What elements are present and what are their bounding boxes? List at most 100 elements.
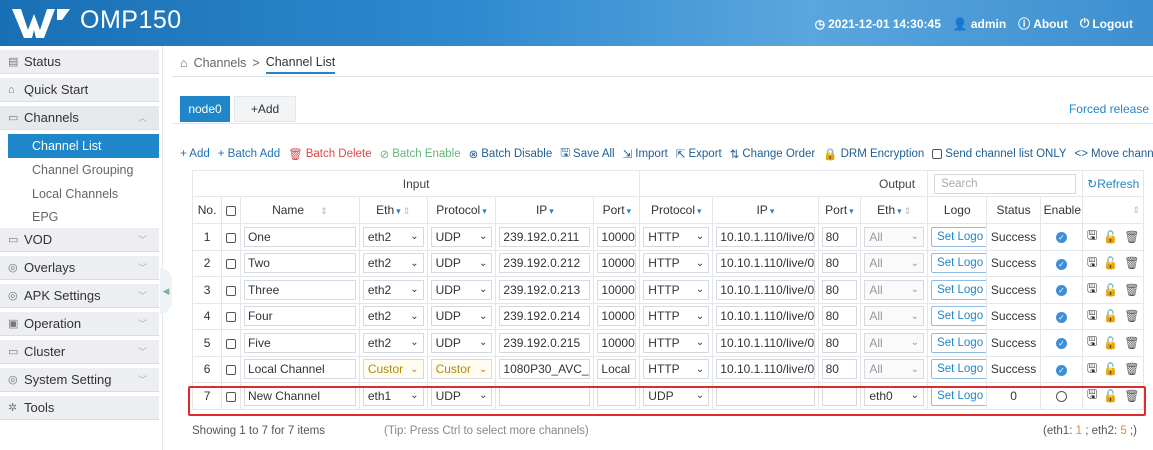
sidebar-subitem-channel-list[interactable]: Channel List bbox=[8, 134, 159, 158]
output-port-field[interactable]: 80 bbox=[821, 226, 858, 247]
col-out-protocol[interactable]: Protocol ▾ bbox=[639, 196, 714, 224]
change-order-button[interactable]: ⇅ Change Order bbox=[730, 147, 816, 161]
input-protocol-select[interactable]: UDP ⌄ bbox=[430, 226, 493, 247]
sidebar-item-channels[interactable]: ▭ Channels ︿ bbox=[0, 106, 159, 130]
set-logo-button[interactable]: Set Logo bbox=[931, 359, 986, 380]
output-ip-field[interactable]: 10.10.1.110/live/0 bbox=[716, 279, 815, 300]
enabled-check-icon[interactable]: ✓ bbox=[1056, 285, 1068, 297]
sidebar-item-apk-settings[interactable]: ◎ APK Settings ﹀ bbox=[0, 284, 159, 308]
input-port-field[interactable]: 10000 bbox=[597, 332, 637, 353]
sidebar-collapse-handle[interactable]: ◀ bbox=[160, 268, 172, 314]
channel-name-input[interactable]: New Channel bbox=[243, 385, 356, 406]
input-port-field[interactable]: Local bbox=[597, 359, 637, 380]
unlock-icon[interactable]: 🔓 bbox=[1103, 230, 1118, 244]
col-out-port[interactable]: Port ▾ bbox=[817, 196, 862, 224]
forced-release-link[interactable]: Forced release bbox=[1069, 102, 1149, 116]
unlock-icon[interactable]: 🔓 bbox=[1103, 309, 1118, 323]
input-protocol-select[interactable]: Custor ⌄ bbox=[430, 359, 493, 380]
row-select[interactable] bbox=[221, 276, 241, 304]
enabled-check-icon[interactable]: ✓ bbox=[1056, 232, 1068, 244]
output-port-field[interactable]: 80 bbox=[821, 279, 858, 300]
col-port[interactable]: Port ▾ bbox=[593, 196, 641, 224]
input-eth-select[interactable]: eth1 ⌄ bbox=[362, 385, 424, 406]
trash-icon[interactable]: 🗑 bbox=[1124, 230, 1139, 244]
enable-radio[interactable] bbox=[1056, 391, 1068, 403]
col-select-all[interactable] bbox=[221, 196, 241, 224]
save-icon[interactable]: 🖫 bbox=[1087, 359, 1097, 380]
enabled-check-icon[interactable]: ✓ bbox=[1056, 364, 1068, 376]
channel-name-input[interactable]: Five bbox=[243, 332, 356, 353]
sidebar-item-vod[interactable]: ▭ VOD ﹀ bbox=[0, 228, 159, 252]
row-select[interactable] bbox=[221, 329, 241, 357]
output-protocol-select[interactable]: HTTP ⌄ bbox=[643, 332, 710, 353]
save-icon[interactable]: 🖫 bbox=[1087, 279, 1097, 300]
output-protocol-select[interactable]: HTTP ⌄ bbox=[643, 359, 710, 380]
trash-icon[interactable]: 🗑 bbox=[1124, 362, 1139, 376]
channel-name-input[interactable]: Four bbox=[243, 306, 356, 327]
input-eth-select[interactable]: eth2 ⌄ bbox=[362, 253, 424, 274]
save-icon[interactable]: 🖫 bbox=[1087, 332, 1097, 353]
batch-delete-button[interactable]: 🗑 Batch Delete bbox=[288, 147, 371, 161]
input-eth-select[interactable]: eth2 ⌄ bbox=[362, 306, 424, 327]
save-icon[interactable]: 🖫 bbox=[1087, 226, 1097, 247]
row-select[interactable] bbox=[221, 249, 241, 277]
input-port-field[interactable]: 10000 bbox=[597, 253, 637, 274]
input-ip-field[interactable]: 1080P30_AVC_AA bbox=[499, 359, 591, 380]
send-channel-list-only-checkbox[interactable]: Send channel list ONLY bbox=[932, 148, 1067, 160]
col-out-eth[interactable]: Eth ▾ ⇕ bbox=[860, 196, 929, 224]
row-select[interactable] bbox=[221, 302, 241, 330]
output-eth-select[interactable]: All ⌄ bbox=[864, 359, 925, 380]
col-name[interactable]: Name ⇕ bbox=[239, 196, 360, 224]
batch-enable-button[interactable]: ⊘ Batch Enable bbox=[380, 147, 461, 161]
sidebar-item-quick-start[interactable]: ⌂ Quick Start bbox=[0, 78, 159, 102]
breadcrumb-parent[interactable]: Channels bbox=[194, 56, 247, 70]
tab-node0[interactable]: node0 bbox=[180, 96, 230, 122]
input-protocol-select[interactable]: UDP ⌄ bbox=[430, 385, 493, 406]
output-ip-field[interactable] bbox=[716, 385, 815, 406]
unlock-icon[interactable]: 🔓 bbox=[1103, 283, 1118, 297]
sidebar-subitem-epg[interactable]: EPG bbox=[0, 206, 162, 228]
sidebar-item-overlays[interactable]: ◎ Overlays ﹀ bbox=[0, 256, 159, 280]
move-channel-button[interactable]: <>Move channel bbox=[1075, 148, 1153, 160]
channel-name-input[interactable]: Local Channel bbox=[243, 359, 356, 380]
add-node-button[interactable]: +Add bbox=[234, 96, 296, 122]
output-port-field[interactable] bbox=[821, 385, 858, 406]
save-icon[interactable]: 🖫 bbox=[1087, 306, 1097, 327]
trash-icon[interactable]: 🗑 bbox=[1124, 389, 1139, 403]
sidebar-subitem-channel-grouping[interactable]: Channel Grouping bbox=[0, 158, 162, 182]
drm-encryption-button[interactable]: 🔒 DRM Encryption bbox=[823, 147, 924, 161]
about-link[interactable]: ⓘ About bbox=[1018, 15, 1068, 32]
enabled-check-icon[interactable]: ✓ bbox=[1056, 338, 1068, 350]
save-icon[interactable]: 🖫 bbox=[1087, 253, 1097, 274]
col-out-ip[interactable]: IP ▾ bbox=[712, 196, 819, 224]
input-protocol-select[interactable]: UDP ⌄ bbox=[430, 279, 493, 300]
sidebar-item-tools[interactable]: ✲ Tools bbox=[0, 396, 159, 420]
set-logo-button[interactable]: Set Logo bbox=[931, 306, 986, 327]
set-logo-button[interactable]: Set Logo bbox=[931, 385, 986, 406]
sidebar-item-cluster[interactable]: ▭ Cluster ﹀ bbox=[0, 340, 159, 364]
trash-icon[interactable]: 🗑 bbox=[1124, 336, 1139, 350]
sidebar-item-operation[interactable]: ▣ Operation ﹀ bbox=[0, 312, 159, 336]
output-port-field[interactable]: 80 bbox=[821, 253, 858, 274]
set-logo-button[interactable]: Set Logo bbox=[931, 226, 986, 247]
input-eth-select[interactable]: eth2 ⌄ bbox=[362, 332, 424, 353]
export-button[interactable]: ⇱ Export bbox=[676, 147, 722, 161]
input-port-field[interactable]: 10000 bbox=[597, 226, 637, 247]
channel-name-input[interactable]: One bbox=[243, 226, 356, 247]
set-logo-button[interactable]: Set Logo bbox=[931, 279, 986, 300]
home-icon[interactable]: ⌂ bbox=[180, 56, 188, 70]
sidebar-item-system-setting[interactable]: ◎ System Setting ﹀ bbox=[0, 368, 159, 392]
output-protocol-select[interactable]: HTTP ⌄ bbox=[643, 226, 710, 247]
output-ip-field[interactable]: 10.10.1.110/live/0 bbox=[716, 253, 815, 274]
save-all-button[interactable]: 🖫 Save All bbox=[560, 145, 614, 164]
output-eth-select[interactable]: All ⌄ bbox=[864, 226, 925, 247]
add-button[interactable]: + Add bbox=[180, 148, 210, 160]
input-ip-field[interactable]: 239.192.0.214 bbox=[499, 306, 591, 327]
logout-link[interactable]: ⏻ Logout bbox=[1080, 16, 1133, 31]
unlock-icon[interactable]: 🔓 bbox=[1103, 336, 1118, 350]
output-port-field[interactable]: 80 bbox=[821, 332, 858, 353]
output-port-field[interactable]: 80 bbox=[821, 306, 858, 327]
output-ip-field[interactable]: 10.10.1.110/live/0 bbox=[716, 359, 815, 380]
sidebar-item-status[interactable]: ▤ Status bbox=[0, 50, 159, 74]
enabled-check-icon[interactable]: ✓ bbox=[1056, 258, 1068, 270]
